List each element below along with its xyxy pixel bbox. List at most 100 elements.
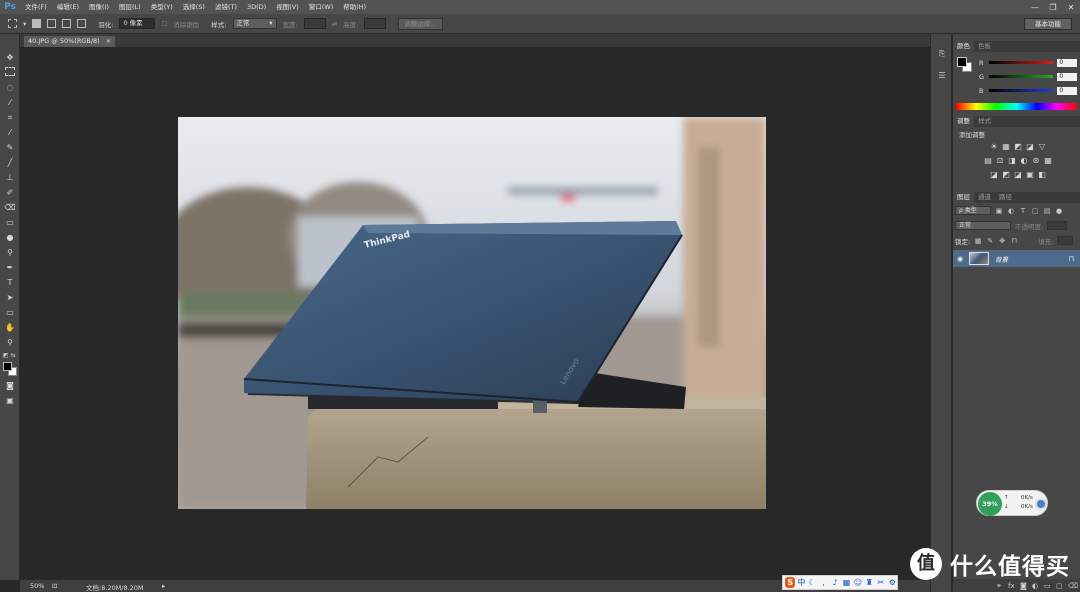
- clone-stamp-tool-icon[interactable]: ⊥: [3, 172, 17, 184]
- preset-dropdown-arrow-icon[interactable]: ▾: [23, 20, 26, 28]
- ime-skin-icon[interactable]: ♜: [865, 577, 874, 589]
- blend-mode-select[interactable]: 正常: [955, 221, 1011, 230]
- feather-input[interactable]: 0 像素: [119, 18, 156, 29]
- eraser-tool-icon[interactable]: ⌫: [3, 202, 17, 214]
- menu-view[interactable]: 视图(V): [271, 0, 304, 14]
- new-adjustment-icon[interactable]: ◐: [1032, 582, 1038, 590]
- ime-lang-icon[interactable]: 中: [797, 577, 805, 589]
- lock-all-icon[interactable]: ⊓: [1010, 237, 1018, 245]
- quick-mask-icon[interactable]: ◙: [3, 380, 17, 392]
- color-fg-swatch[interactable]: [957, 57, 967, 67]
- lock-pixels-icon[interactable]: ✎: [986, 237, 994, 245]
- refine-edge-button[interactable]: 调整边缘...: [398, 17, 443, 30]
- layer-name[interactable]: 背景: [995, 254, 1008, 264]
- exposure-icon[interactable]: ◪: [1025, 142, 1035, 152]
- ime-user-icon[interactable]: ☺: [853, 577, 862, 589]
- height-input[interactable]: [364, 18, 387, 29]
- channel-track[interactable]: [988, 75, 1054, 78]
- lasso-tool-icon[interactable]: ◌: [3, 82, 17, 94]
- link-layers-icon[interactable]: ⚭: [996, 582, 1002, 590]
- opacity-input[interactable]: [1047, 221, 1068, 230]
- shape-tool-icon[interactable]: ▭: [3, 307, 17, 319]
- lock-transparent-icon[interactable]: ▦: [974, 237, 982, 245]
- add-mask-icon[interactable]: ◙: [1020, 582, 1027, 590]
- visibility-eye-icon[interactable]: ◉: [953, 255, 967, 263]
- new-selection-icon[interactable]: [32, 19, 42, 28]
- ime-moon-icon[interactable]: ☾: [807, 577, 816, 589]
- tab-swatches[interactable]: 色板: [974, 41, 995, 52]
- eyedropper-tool-icon[interactable]: ⁄: [3, 127, 17, 139]
- crop-tool-icon[interactable]: ⌗: [3, 112, 17, 124]
- antialias-checkbox[interactable]: ☐: [161, 20, 167, 28]
- move-tool-icon[interactable]: ✥: [3, 52, 17, 64]
- hand-tool-icon[interactable]: ✋: [3, 322, 17, 334]
- zoom-level[interactable]: 50%: [30, 582, 44, 590]
- ime-tools-icon[interactable]: ✂: [876, 577, 885, 589]
- healing-brush-tool-icon[interactable]: ✎: [3, 142, 17, 154]
- fill-input[interactable]: [1057, 236, 1074, 245]
- brush-tool-icon[interactable]: ╱: [3, 157, 17, 169]
- selective-color-icon[interactable]: ▣: [1025, 170, 1035, 180]
- style-select[interactable]: 正常 ▾: [232, 18, 277, 29]
- dodge-tool-icon[interactable]: ⚲: [3, 247, 17, 259]
- ime-mic-icon[interactable]: ♪: [830, 577, 839, 589]
- filter-pixel-icon[interactable]: ▣: [995, 207, 1003, 215]
- document-tab[interactable]: 40.JPG @ 50%(RGB/8) ×: [24, 36, 116, 47]
- menu-3d[interactable]: 3D(D): [242, 0, 271, 14]
- status-menu-arrow-icon[interactable]: ▸: [162, 582, 165, 590]
- channel-value[interactable]: 0: [1057, 72, 1077, 81]
- channel-track[interactable]: [988, 89, 1054, 92]
- filter-adjust-icon[interactable]: ◐: [1007, 207, 1015, 215]
- layer-row-background[interactable]: ◉ 背景 ⊓: [953, 250, 1080, 267]
- layer-filter-select[interactable]: ρ 类型: [955, 206, 991, 215]
- levels-icon[interactable]: ▦: [1001, 142, 1011, 152]
- minimize-button[interactable]: —: [1030, 3, 1040, 12]
- color-slider-g[interactable]: G 0: [979, 72, 1077, 81]
- filter-type-icon[interactable]: T: [1019, 207, 1027, 215]
- history-brush-tool-icon[interactable]: ✐: [3, 187, 17, 199]
- gradient-map-icon[interactable]: ◧: [1037, 170, 1047, 180]
- marquee-preset-icon[interactable]: [8, 19, 17, 28]
- filter-shape-icon[interactable]: ▢: [1031, 207, 1039, 215]
- new-layer-icon[interactable]: ▢: [1056, 582, 1063, 590]
- zoom-tool-icon[interactable]: ⚲: [3, 337, 17, 349]
- default-colors-icon[interactable]: ◩ ⇆: [3, 352, 16, 359]
- hue-saturation-icon[interactable]: ▤: [983, 156, 993, 166]
- type-tool-icon[interactable]: T: [3, 277, 17, 289]
- color-balance-icon[interactable]: ⚖: [995, 156, 1005, 166]
- properties-panel-icon[interactable]: ☰: [936, 70, 948, 82]
- gradient-tool-icon[interactable]: ▭: [3, 217, 17, 229]
- filter-smart-icon[interactable]: ▤: [1043, 207, 1051, 215]
- quick-select-tool-icon[interactable]: ⁄: [3, 97, 17, 109]
- subtract-selection-icon[interactable]: [62, 19, 72, 28]
- menu-type[interactable]: 类型(Y): [146, 0, 178, 14]
- channel-value[interactable]: 0: [1057, 86, 1077, 95]
- menu-edit[interactable]: 编辑(E): [52, 0, 84, 14]
- screen-mode-icon[interactable]: ▣: [3, 395, 17, 407]
- tab-layers[interactable]: 图层: [953, 192, 974, 203]
- delete-layer-icon[interactable]: ⌫: [1068, 582, 1078, 590]
- color-slider-b[interactable]: B 0: [979, 86, 1077, 95]
- history-panel-icon[interactable]: ⎘: [936, 48, 948, 60]
- layer-style-icon[interactable]: fx: [1008, 582, 1015, 590]
- tab-styles[interactable]: 样式: [974, 116, 995, 127]
- status-export-icon[interactable]: ⊡: [52, 582, 57, 590]
- curves-icon[interactable]: ◩: [1013, 142, 1023, 152]
- menu-file[interactable]: 文件(F): [20, 0, 52, 14]
- channel-mixer-icon[interactable]: ⊛: [1031, 156, 1041, 166]
- color-slider-r[interactable]: R 0: [979, 58, 1077, 67]
- restore-button[interactable]: ❐: [1048, 3, 1058, 12]
- channel-track[interactable]: [988, 61, 1054, 64]
- menu-filter[interactable]: 滤镜(T): [210, 0, 242, 14]
- close-window-button[interactable]: ✕: [1066, 3, 1076, 12]
- menu-layer[interactable]: 图层(L): [114, 0, 146, 14]
- tab-paths[interactable]: 路径: [995, 192, 1016, 203]
- menu-select[interactable]: 选择(S): [178, 0, 210, 14]
- tab-channels[interactable]: 通道: [974, 192, 995, 203]
- filter-toggle-icon[interactable]: ●: [1055, 207, 1063, 215]
- brightness-icon[interactable]: ☀: [989, 142, 999, 152]
- workspace-button[interactable]: 基本功能: [1024, 18, 1072, 30]
- menu-window[interactable]: 窗口(W): [304, 0, 339, 14]
- channel-value[interactable]: 0: [1057, 58, 1077, 67]
- close-tab-icon[interactable]: ×: [106, 36, 111, 47]
